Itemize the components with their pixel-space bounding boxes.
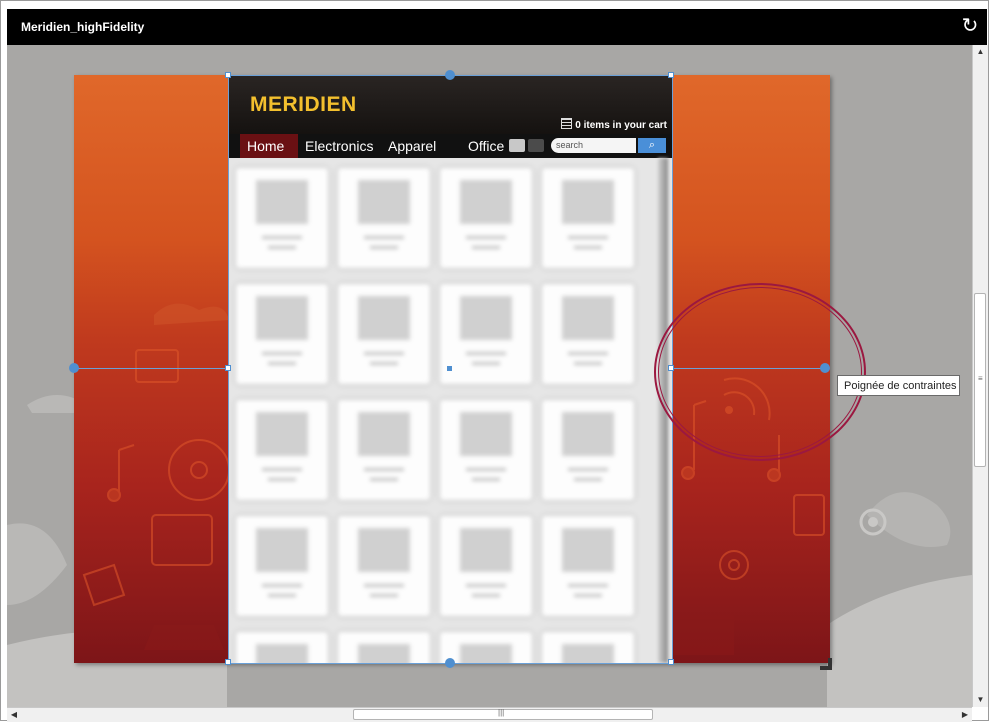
center-point[interactable] [447, 366, 452, 371]
refresh-icon[interactable]: ↻ [959, 15, 981, 37]
scroll-left-arrow-icon[interactable]: ◀ [7, 708, 21, 722]
window-title: Meridien_highFidelity [21, 20, 145, 34]
resize-handle-bottom-left[interactable] [225, 659, 231, 665]
artboard-resize-grip[interactable] [820, 658, 832, 670]
constraint-handle-top[interactable] [445, 70, 455, 80]
resize-handle-middle-left[interactable] [225, 365, 231, 371]
design-canvas[interactable]: MERIDIEN 0 items in your cart Home Elect… [7, 45, 972, 707]
vertical-scroll-thumb[interactable]: ≡ [974, 293, 986, 467]
title-bar: Meridien_highFidelity ↻ [7, 9, 987, 45]
scroll-up-arrow-icon[interactable]: ▲ [973, 45, 988, 59]
constraint-handle-bottom[interactable] [445, 658, 455, 668]
app-window: Meridien_highFidelity ↻ MERIDIEN 0 items… [0, 0, 989, 722]
vertical-scrollbar[interactable]: ▲ ≡ ▼ [972, 45, 988, 707]
resize-handle-bottom-right[interactable] [668, 659, 674, 665]
resize-handle-top-right[interactable] [668, 72, 674, 78]
horizontal-scrollbar[interactable]: ◀ ||| ▶ [7, 707, 972, 722]
constraint-handle-left[interactable] [69, 363, 79, 373]
scroll-down-arrow-icon[interactable]: ▼ [973, 693, 988, 707]
scroll-right-arrow-icon[interactable]: ▶ [958, 708, 972, 722]
resize-handle-top-left[interactable] [225, 72, 231, 78]
constraint-handle-tooltip: Poignée de contraintes [837, 375, 960, 396]
constraint-line-left [74, 368, 228, 369]
highlight-ring-inner [658, 287, 862, 457]
horizontal-scroll-thumb[interactable]: ||| [353, 708, 653, 720]
